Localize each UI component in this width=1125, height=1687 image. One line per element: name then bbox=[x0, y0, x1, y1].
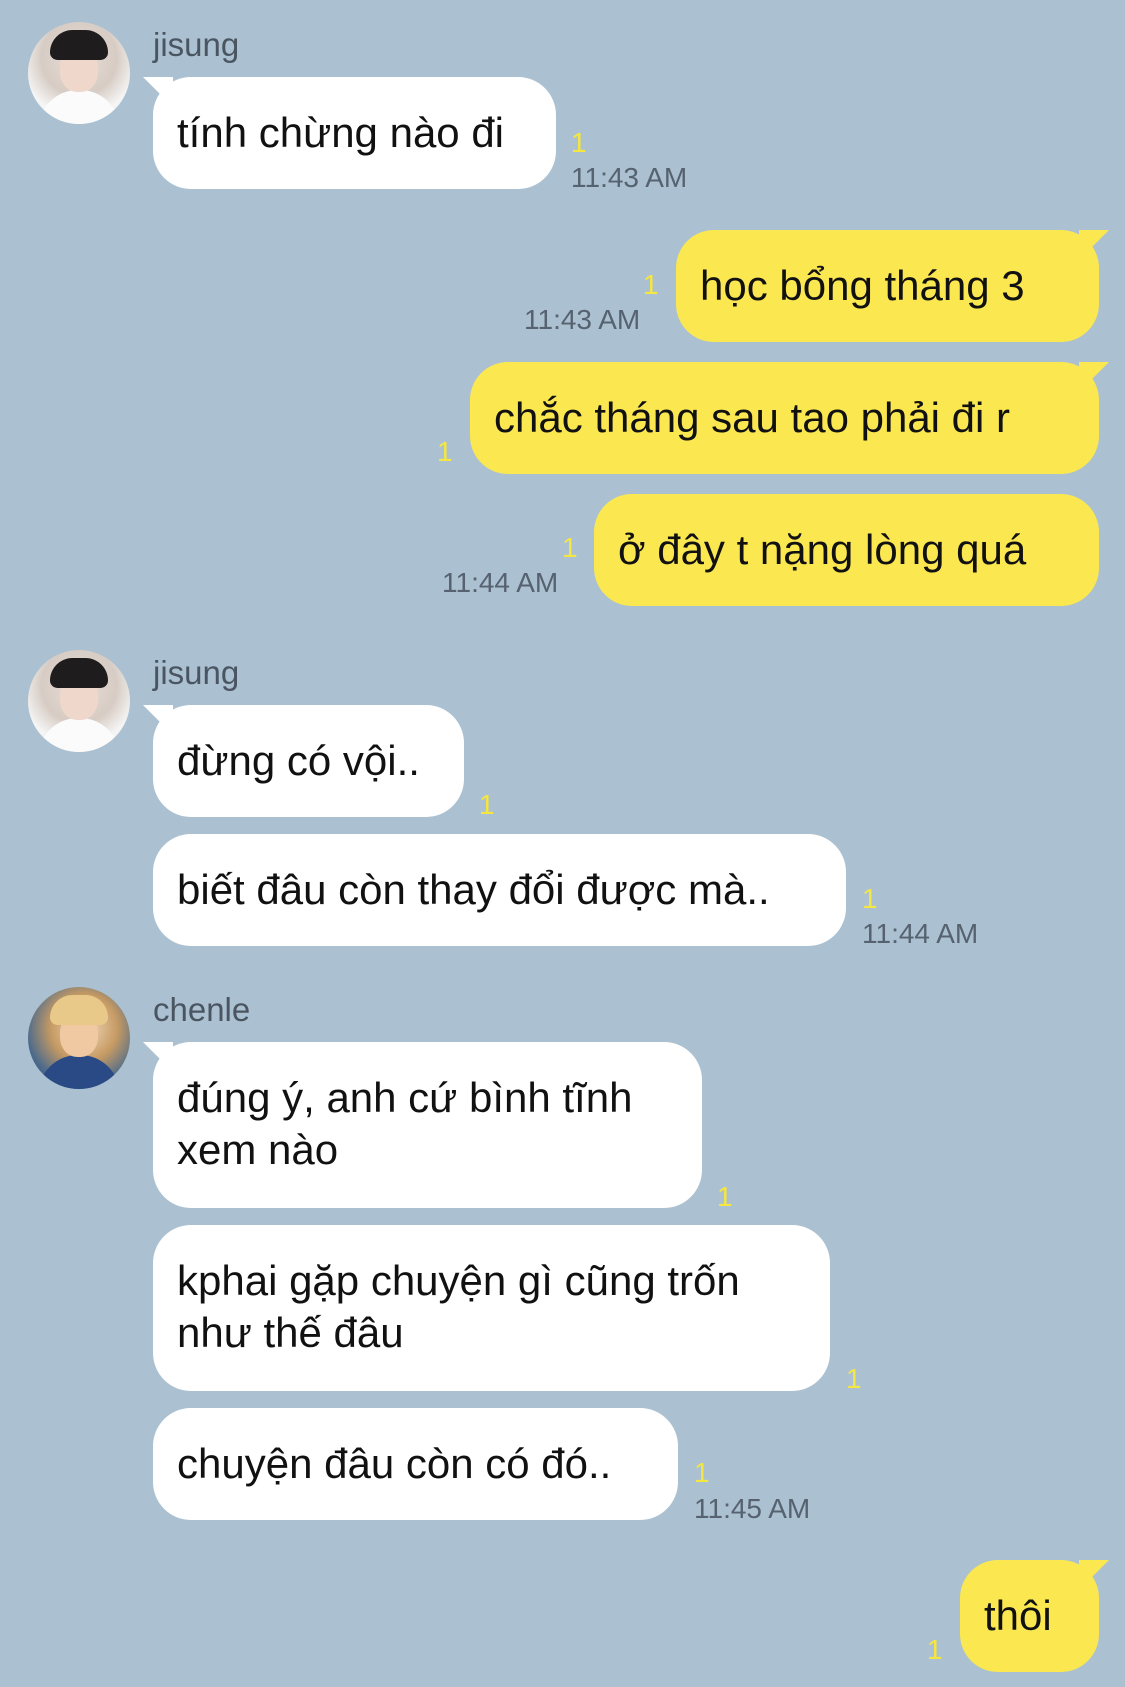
message-text: chuyện đâu còn có đó.. bbox=[177, 1440, 612, 1487]
bubble-tail bbox=[143, 77, 173, 107]
message-timestamp: 11:45 AM bbox=[694, 1493, 811, 1524]
bubble-tail bbox=[1079, 362, 1109, 392]
unread-count: 1 bbox=[694, 1457, 710, 1488]
avatar-chenle[interactable] bbox=[28, 987, 130, 1089]
message-text: ở đây t nặng lòng quá bbox=[618, 526, 1027, 573]
unread-count: 1 bbox=[846, 1363, 862, 1394]
avatar-hair bbox=[50, 658, 108, 688]
message-bubble-outgoing[interactable]: thôi bbox=[960, 1560, 1109, 1672]
avatar-jisung[interactable] bbox=[28, 650, 130, 752]
message-text: kphai gặp chuyện gì cũng trốn như thế đâ… bbox=[177, 1257, 740, 1356]
sender-name-jisung: jisung bbox=[153, 654, 240, 691]
message-bubble-outgoing[interactable]: học bổng tháng 3 bbox=[676, 230, 1109, 342]
message-bubble-incoming[interactable]: kphai gặp chuyện gì cũng trốn như thế đâ… bbox=[153, 1225, 830, 1391]
avatar-hair bbox=[50, 995, 108, 1025]
bubble-tail bbox=[1079, 230, 1109, 260]
message-bubble-outgoing[interactable]: ở đây t nặng lòng quá bbox=[594, 494, 1099, 606]
unread-count: 1 bbox=[643, 269, 659, 300]
message-text: chắc tháng sau tao phải đi r bbox=[494, 394, 1011, 441]
message-text: biết đâu còn thay đổi được mà.. bbox=[177, 866, 770, 913]
message-timestamp: 11:44 AM bbox=[862, 918, 979, 949]
unread-count: 1 bbox=[571, 127, 587, 158]
unread-count: 1 bbox=[927, 1634, 943, 1665]
unread-count: 1 bbox=[862, 883, 878, 914]
message-bubble-incoming[interactable]: biết đâu còn thay đổi được mà.. bbox=[153, 834, 846, 946]
bubble-tail bbox=[143, 705, 173, 735]
message-text: học bổng tháng 3 bbox=[700, 262, 1025, 309]
avatar-hair bbox=[50, 30, 108, 60]
unread-count: 1 bbox=[437, 436, 453, 467]
message-bubble-incoming[interactable]: chuyện đâu còn có đó.. bbox=[153, 1408, 678, 1520]
message-bubble-incoming[interactable]: tính chừng nào đi bbox=[143, 77, 556, 189]
sender-name-chenle: chenle bbox=[153, 991, 251, 1028]
message-timestamp: 11:43 AM bbox=[524, 304, 641, 335]
message-bubble-incoming[interactable]: đúng ý, anh cứ bình tĩnh xem nào bbox=[143, 1042, 702, 1208]
message-bubble-incoming[interactable]: đừng có vội.. bbox=[143, 705, 464, 817]
bubble-tail bbox=[143, 1042, 173, 1072]
avatar-shirt bbox=[38, 718, 120, 752]
message-text: thôi bbox=[984, 1592, 1052, 1639]
avatar-jisung[interactable] bbox=[28, 22, 130, 124]
message-bubble-outgoing[interactable]: chắc tháng sau tao phải đi r bbox=[470, 362, 1109, 474]
message-text: đúng ý, anh cứ bình tĩnh xem nào bbox=[177, 1074, 633, 1173]
bubble-tail bbox=[1079, 1560, 1109, 1590]
unread-count: 1 bbox=[479, 789, 495, 820]
message-timestamp: 11:44 AM bbox=[442, 567, 559, 598]
unread-count: 1 bbox=[717, 1181, 733, 1212]
avatar-shirt bbox=[38, 90, 120, 124]
unread-count: 1 bbox=[562, 532, 578, 563]
message-text: đừng có vội.. bbox=[177, 737, 420, 784]
message-text: tính chừng nào đi bbox=[177, 109, 505, 156]
avatar-shirt bbox=[38, 1055, 120, 1089]
message-timestamp: 11:43 AM bbox=[571, 162, 688, 193]
sender-name-jisung: jisung bbox=[153, 26, 240, 63]
